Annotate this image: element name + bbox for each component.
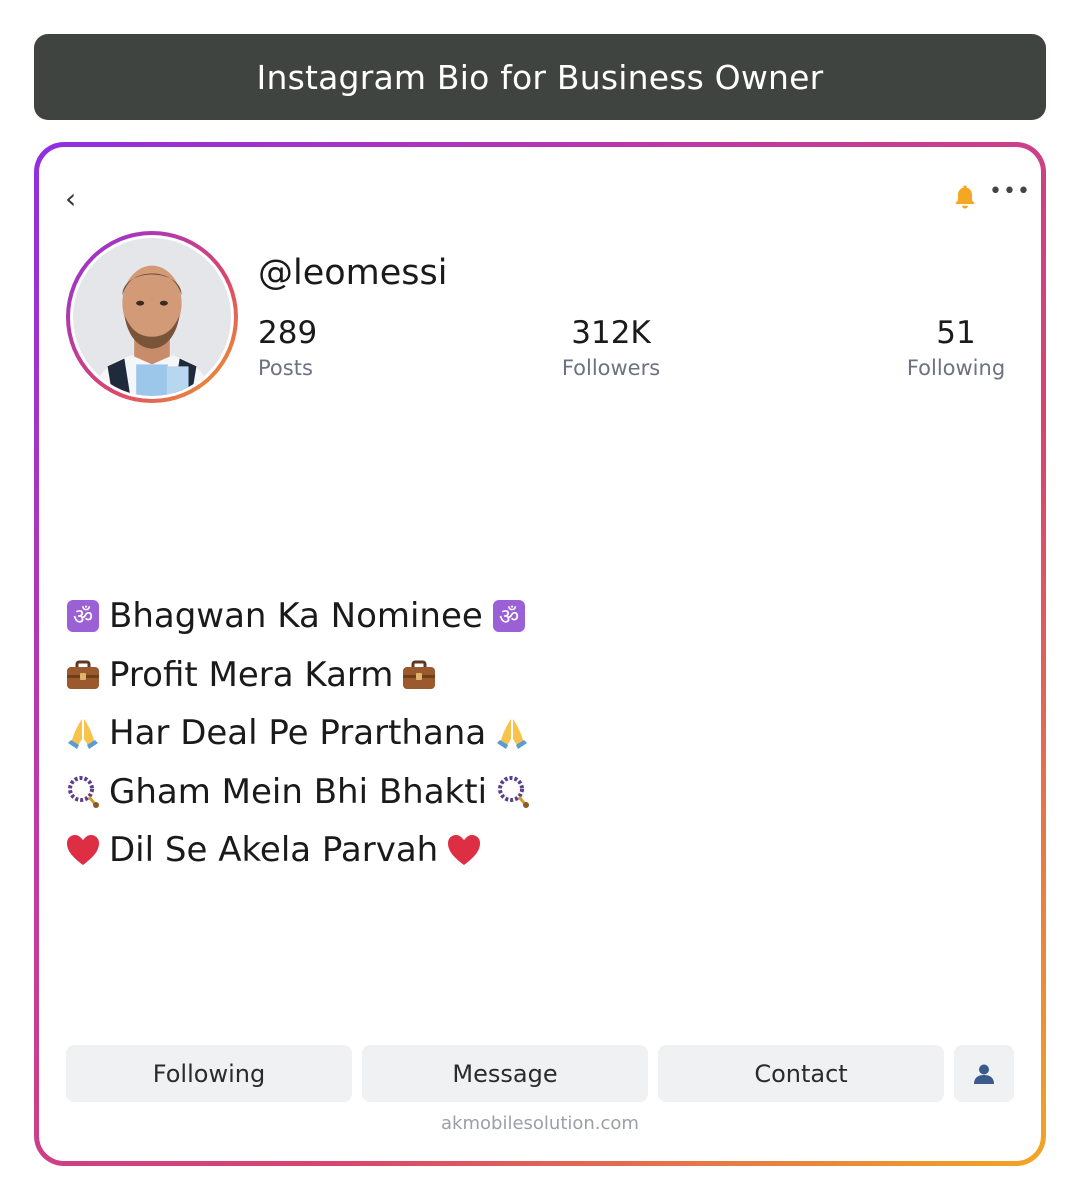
person-icon	[974, 1064, 994, 1084]
prayer-beads-icon	[495, 774, 531, 810]
folded-hands-icon	[494, 715, 530, 751]
folded-hands-icon	[65, 715, 101, 751]
svg-text:ॐ: ॐ	[73, 605, 93, 630]
stat-followers-value: 312K	[571, 315, 651, 351]
briefcase-icon	[401, 657, 437, 693]
bio-line: Profit Mera Karm	[65, 646, 531, 705]
avatar[interactable]	[66, 231, 238, 403]
red-heart-icon	[446, 832, 482, 868]
bell-icon[interactable]	[951, 183, 979, 211]
stat-following[interactable]: 51 Following	[905, 315, 1007, 380]
footer-credit: akmobilesolution.com	[441, 1113, 639, 1134]
following-button[interactable]: Following	[66, 1045, 352, 1102]
message-button[interactable]: Message	[362, 1045, 648, 1102]
red-heart-icon	[65, 832, 101, 868]
stat-followers[interactable]: 312K Followers	[559, 315, 663, 380]
briefcase-icon	[65, 657, 101, 693]
more-horizontal-icon[interactable]: •••	[989, 179, 1031, 204]
bio-line: Gham Mein Bhi Bhakti	[65, 763, 531, 822]
stat-posts[interactable]: 289 Posts	[258, 315, 317, 380]
bio-text: Profit Mera Karm	[109, 654, 394, 695]
profile-card: ‹ ••• @leomessi 289 Posts 312K Followers…	[39, 147, 1041, 1161]
stat-followers-label: Followers	[561, 356, 661, 381]
stat-posts-label: Posts	[258, 356, 313, 381]
contact-button[interactable]: Contact	[658, 1045, 944, 1102]
profile-bio: ॐ Bhagwan Ka Nominee ॐ Profit Mera Karm	[65, 587, 531, 880]
chevron-left-icon[interactable]: ‹	[65, 185, 76, 213]
add-user-button[interactable]	[954, 1045, 1014, 1102]
om-icon: ॐ	[65, 598, 101, 634]
profile-card-border: ‹ ••• @leomessi 289 Posts 312K Followers…	[34, 142, 1046, 1166]
bio-text: Gham Mein Bhi Bhakti	[109, 771, 488, 812]
profile-username: @leomessi	[258, 253, 448, 293]
svg-text:ॐ: ॐ	[499, 605, 519, 630]
stat-following-label: Following	[906, 356, 1006, 381]
stat-following-value: 51	[936, 315, 976, 351]
om-icon: ॐ	[491, 598, 527, 634]
prayer-beads-icon	[65, 774, 101, 810]
bio-text: Bhagwan Ka Nominee	[109, 596, 483, 636]
avatar-photo	[73, 238, 231, 396]
bio-text: Dil Se Akela Parvah	[109, 830, 439, 870]
bio-line: Dil Se Akela Parvah	[65, 821, 531, 880]
bio-line: Har Deal Pe Prarthana	[65, 704, 531, 763]
stat-posts-value: 289	[258, 315, 318, 351]
page-title-text: Instagram Bio for Business Owner	[256, 57, 824, 97]
bio-line: ॐ Bhagwan Ka Nominee ॐ	[65, 587, 531, 646]
page-title: Instagram Bio for Business Owner	[34, 34, 1046, 120]
bio-text: Har Deal Pe Prarthana	[109, 713, 487, 753]
